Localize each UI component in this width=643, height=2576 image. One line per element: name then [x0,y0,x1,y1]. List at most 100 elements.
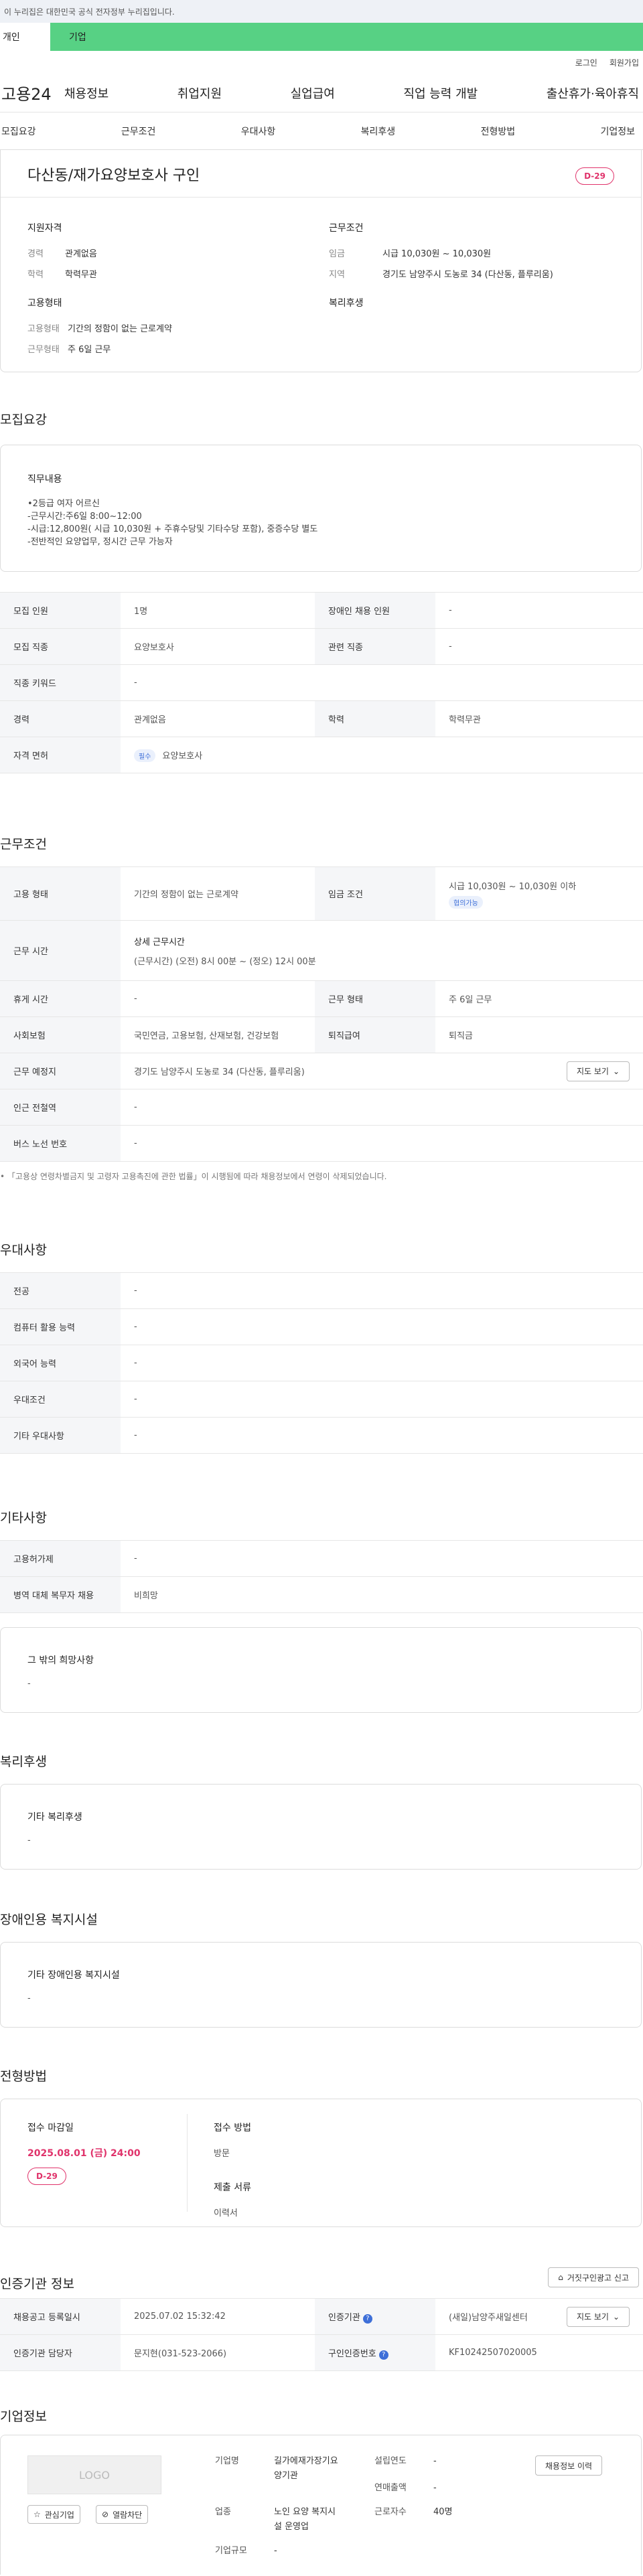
welfare-box: 기타 복리후생 - [0,1784,642,1870]
region-label: 지역 [329,270,345,280]
region-value: 경기도 남양주시 도농로 34 (다산동, 플루리움) [382,270,553,280]
table-row: 전공 - [0,1272,643,1309]
login-link[interactable]: 로그인 [575,57,597,68]
gov-banner-text: 이 누리집은 대한민국 공식 전자정부 누리집입니다. [4,7,175,17]
wage-range: 시급 10,030원 ~ 10,030원 이하 [449,881,577,892]
duty-line: -근무시간:주6일 8:00~12:00 [27,512,142,522]
work-table: 고용 형태 기간의 정함이 없는 근로계약 임금 조건 시급 10,030원 ~… [0,866,643,1162]
disability-value: - [27,1993,31,2003]
table-row: 인증기관 담당자 문지현(031-523-2066) 구인인증번호? KF102… [0,2334,643,2371]
gnb-item-training[interactable]: 직업 능력 개발 [403,84,478,102]
snb-recruit[interactable]: 모집요강 [1,125,36,138]
snb-work[interactable]: 근무조건 [121,125,156,138]
cell-header: 직종 키워드 [0,664,121,701]
cell-header: 고용 형태 [0,866,121,921]
cell-header: 고용허가제 [0,1540,121,1577]
duty-line: -시급:12,800원( 시급 10,030원 + 주휴수당및 기타수당 포함)… [27,524,318,534]
deadline-value: 2025.08.01 (금) 24:00 [27,2148,141,2159]
gnb-item-leave[interactable]: 출산휴가·육아휴직 [547,84,639,102]
docs-value: 이력서 [214,2208,238,2218]
table-row: 모집 직종 요양보호사 관련 직종 - [0,628,643,665]
cell-value: 2025.07.02 15:32:42 [121,2298,315,2335]
method-value: 방문 [214,2149,230,2159]
cell-header: 인증기관 담당자 [0,2334,121,2371]
hiring-history-button[interactable]: 채용정보 이력 [535,2455,603,2476]
map-button-label: 지도 보기 [576,1067,609,1076]
cell-value: 주 6일 근무 [435,980,643,1017]
gnb-item-unemployment[interactable]: 실업급여 [291,84,335,102]
tab-bar-fill [131,23,632,51]
table-row: 고용 형태 기간의 정함이 없는 근로계약 임금 조건 시급 10,030원 ~… [0,866,643,921]
org-header-cell: 인증기관? [315,2298,435,2335]
license-cell: 필수 요양보호사 [121,737,643,773]
help-icon[interactable]: ? [362,2314,372,2324]
size-value: - [274,2546,277,2556]
cell-header: 기타 우대사항 [0,1417,121,1454]
org-cell: (새일)남양주새일센터 지도 보기 ⌄ [435,2298,643,2335]
cell-value: KF10242507020005 [435,2334,643,2371]
recruit-table: 모집 인원 1명 장애인 채용 인원 - 모집 직종 요양보호사 관련 직종 -… [0,592,643,773]
snb-company[interactable]: 기업정보 [600,125,635,138]
cell-header: 경력 [0,700,121,737]
method-title: 접수 방법 [214,2123,251,2133]
gnb-item-jobs[interactable]: 채용정보 [64,84,109,102]
license-value: 요양보호사 [162,751,203,761]
recruit-heading: 모집요강 [0,412,47,427]
cell-header: 자격 면허 [0,737,121,773]
deadline-title: 접수 마감일 [27,2123,74,2133]
hours-cell: 상세 근무시간 (근무시간) (오전) 8시 00분 ~ (정오) 12시 00분 [121,920,643,981]
auth-heading: 인증기관 정보 [0,2277,74,2291]
cell-header: 휴게 시간 [0,980,121,1017]
block-view-button[interactable]: ⊘ 열람차단 [96,2505,149,2524]
org-map-button[interactable]: 지도 보기 ⌄ [566,2306,630,2327]
table-row: 우대조건 - [0,1381,643,1418]
welfare-value: - [27,1835,31,1845]
tab-company[interactable]: 기업 [50,23,131,51]
help-icon[interactable]: ? [378,2350,388,2360]
cell-value: - [121,1345,643,1381]
cell-value: - [121,980,315,1017]
edu-label: 학력 [27,270,44,280]
util-menu: 로그인 회원가입 [0,51,643,74]
emp-value: 40명 [433,2507,453,2517]
tab-personal[interactable]: 개인 [0,23,50,51]
join-link[interactable]: 회원가입 [610,57,639,68]
fav-label: 관심기업 [44,2510,74,2520]
site-logo[interactable]: 고용24 [0,81,64,104]
required-pill: 필수 [134,749,156,762]
cell-header: 사회보험 [0,1016,121,1053]
cell-header: 근무 형태 [315,980,435,1017]
method-block: 접수 방법 방문 제출 서류 이력서 [214,2121,251,2218]
emptype-value: 기간의 정함이 없는 근로계약 [68,324,172,334]
map-button-label: 지도 보기 [576,2312,609,2322]
name-line: 양기관 [274,2471,298,2481]
career-value: 관계없음 [65,249,97,259]
emp-label: 근로자수 [374,2507,407,2517]
qual-title: 지원자격 [27,223,62,234]
pref-table: 전공 - 컴퓨터 활용 능력 - 외국어 능력 - 우대조건 - 기타 우대사항 - [0,1272,643,1454]
favorite-company-button[interactable]: ☆ 관심기업 [27,2505,80,2524]
emptype-label: 고용형태 [27,324,60,334]
emp-title: 고용형태 [27,298,62,309]
disability-title: 기타 장애인용 복지시설 [27,1970,120,1981]
snb-pref[interactable]: 우대사항 [241,125,276,138]
cell-header: 관련 직종 [315,628,435,665]
cell-value: 1명 [121,592,315,629]
other-wish-title: 그 밖의 희망사항 [27,1655,94,1666]
cond-title: 근무조건 [329,223,364,234]
summary-welfare: 복리후생 [329,296,364,321]
snb-welfare[interactable]: 복리후생 [361,125,396,138]
wage-value: 시급 10,030원 ~ 10,030원 [382,249,492,259]
cell-value: 기간의 정함이 없는 근로계약 [121,866,315,921]
auth-table: 채용공고 등록일시 2025.07.02 15:32:42 인증기관? (새일)… [0,2298,643,2371]
cell-value: 국민연금, 고용보험, 산재보험, 건강보험 [121,1016,315,1053]
year-label: 설립연도 [374,2456,407,2466]
star-icon: ☆ [33,2510,41,2519]
snb-select[interactable]: 전형방법 [481,125,516,138]
map-view-button[interactable]: 지도 보기 ⌄ [566,1061,630,1081]
gnb-item-employment-support[interactable]: 취업지원 [177,84,222,102]
org-header: 인증기관 [328,2312,360,2323]
report-fake-ad-button[interactable]: ⌂ 거짓구인광고 신고 [548,2267,639,2287]
cell-header: 모집 직종 [0,628,121,665]
disability-heading: 장애인용 복지시설 [0,1912,98,1927]
